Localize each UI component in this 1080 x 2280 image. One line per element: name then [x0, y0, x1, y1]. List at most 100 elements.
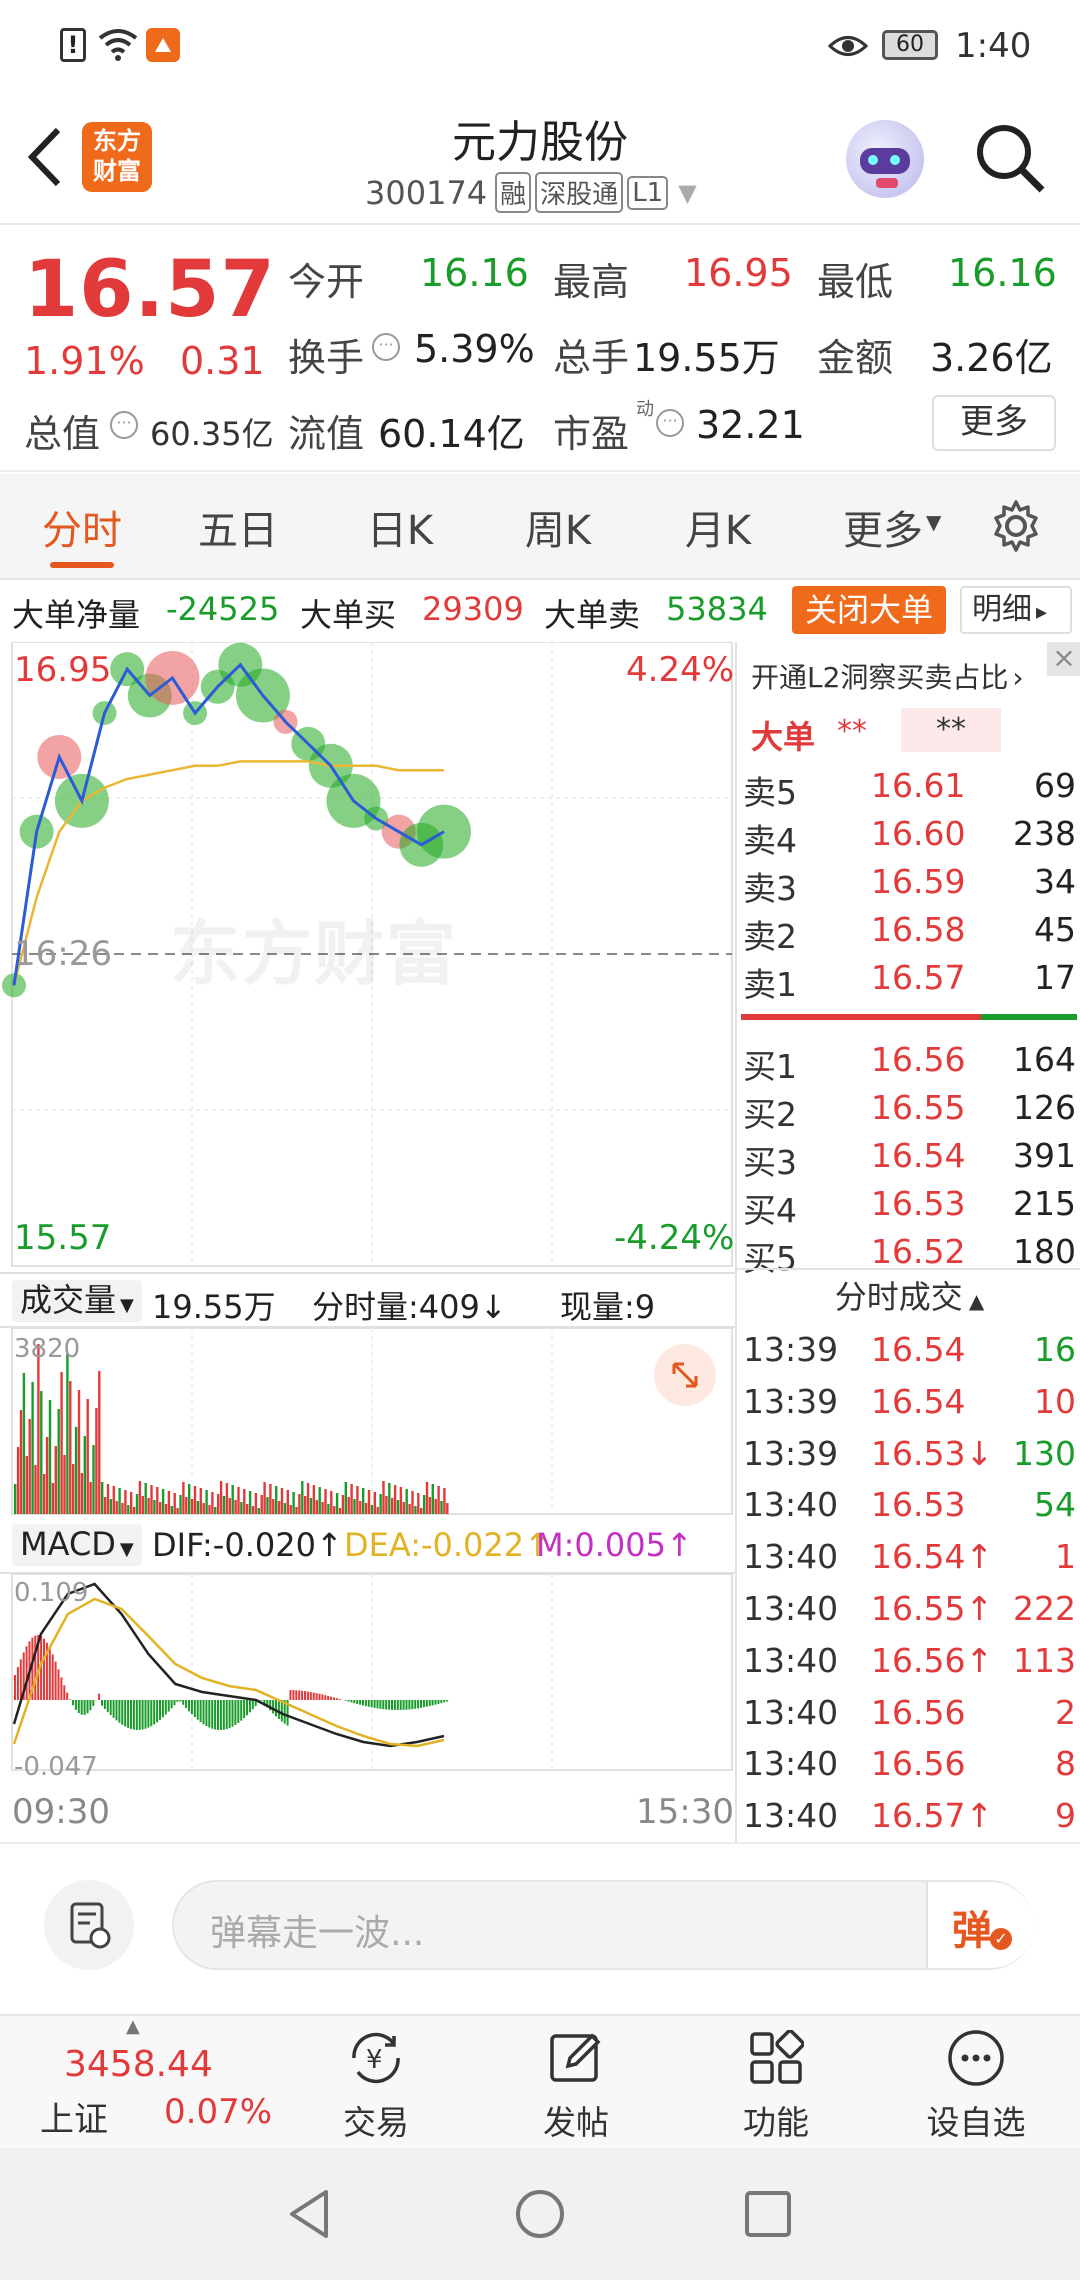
trade-row: 13:39 16.54 16: [737, 1328, 1080, 1380]
volume-bar: [69, 1381, 72, 1514]
open-label: 今开: [288, 260, 365, 304]
tab-more[interactable]: 更多: [828, 498, 938, 556]
grid-apps-icon: [748, 2029, 805, 2086]
tab-weekly-k[interactable]: 周K: [508, 498, 608, 556]
sell-row[interactable]: 卖1 16.57 17: [737, 956, 1080, 1004]
volume-bar: [350, 1484, 353, 1514]
recents-square-icon[interactable]: [742, 2188, 794, 2240]
yen-cycle-icon: ¥: [344, 2028, 408, 2088]
close-big-order-button[interactable]: 关闭大单: [792, 586, 946, 634]
trades-title-row[interactable]: 分时成交 ▲: [737, 1268, 1080, 1324]
tab-intraday[interactable]: 分时: [32, 498, 132, 556]
macd-bar: [202, 1700, 205, 1725]
back-triangle-icon[interactable]: [282, 2186, 338, 2242]
volume-selector[interactable]: 成交量 ▼: [12, 1280, 142, 1322]
buy-row[interactable]: 买3 16.54 391: [737, 1134, 1080, 1182]
tab-daily-k[interactable]: 日K: [350, 498, 450, 556]
volume-bar: [144, 1483, 147, 1514]
volume-bar: [101, 1482, 104, 1514]
sell-row[interactable]: 卖3 16.59 34: [737, 860, 1080, 908]
nav-add-watchlist[interactable]: 设自选: [876, 2016, 1076, 2150]
nav-functions[interactable]: 功能: [676, 2016, 876, 2150]
macd-bar: [231, 1700, 234, 1727]
quote-panel: 16.57 1.91% 0.31 总值 ··· 60.35亿 今开 16.16 …: [0, 227, 1080, 472]
macd-bar: [74, 1700, 77, 1710]
macd-bar: [103, 1700, 106, 1709]
home-circle-icon[interactable]: [512, 2186, 568, 2242]
volume-bar: [370, 1505, 374, 1514]
volume-bar: [34, 1465, 37, 1514]
more-button[interactable]: 更多: [932, 395, 1056, 451]
macd-bar: [109, 1700, 112, 1716]
sell-row[interactable]: 卖5 16.61 69: [737, 764, 1080, 812]
macd-bar: [89, 1700, 92, 1711]
buy-row[interactable]: 买2 16.55 126: [737, 1086, 1080, 1134]
volume-bar: [124, 1490, 127, 1514]
nav-post[interactable]: 发帖: [476, 2016, 676, 2150]
wifi-icon: [98, 26, 138, 62]
expand-icon[interactable]: [654, 1344, 716, 1406]
macd-bar: [277, 1700, 280, 1720]
macd-bar: [246, 1700, 248, 1716]
volume-bar: [234, 1500, 237, 1514]
trade-volume: 1: [1055, 1537, 1076, 1577]
volume-selector-label: 成交量: [20, 1281, 117, 1319]
volume-bar: [60, 1372, 63, 1514]
macd-bar: [130, 1700, 132, 1729]
macd-bar: [124, 1700, 127, 1727]
volume-bar: [193, 1486, 197, 1514]
order-level: 卖3: [743, 869, 797, 908]
robot-avatar-icon[interactable]: [846, 120, 924, 198]
search-icon[interactable]: [972, 120, 1048, 196]
nav-trade[interactable]: ¥ 交易: [276, 2016, 476, 2150]
more-dots-icon: [946, 2028, 1006, 2088]
period-volume: 分时量:409↓: [312, 1288, 507, 1326]
info-circle-icon[interactable]: ···: [110, 411, 138, 439]
order-level: 卖1: [743, 965, 797, 1004]
stock-header: 东方 财富 元力股份 300174 融 深股通 L1 ▼: [0, 92, 1080, 225]
macd-chart[interactable]: [0, 1574, 735, 1774]
tab-active-indicator: [50, 562, 114, 568]
volume-chart[interactable]: [0, 1328, 735, 1518]
macd-bar: [240, 1700, 243, 1721]
l2-promo-link[interactable]: 开通L2洞察买卖占比 ›: [751, 656, 1024, 696]
ask-portion: [741, 1014, 981, 1020]
close-icon[interactable]: ×: [1047, 642, 1080, 676]
buy-row[interactable]: 买4 16.53 215: [737, 1182, 1080, 1230]
volume-bar: [43, 1474, 46, 1514]
document-settings-icon[interactable]: [44, 1880, 134, 1970]
volume-total: 19.55万: [152, 1288, 276, 1326]
detail-button[interactable]: 明细 ▸: [960, 586, 1072, 634]
sell-row[interactable]: 卖2 16.58 45: [737, 908, 1080, 956]
barrage-input[interactable]: 弹幕走一波... 弹 ✓: [172, 1880, 1034, 1970]
volume-bar: [167, 1491, 171, 1514]
volume-bar: [347, 1497, 350, 1514]
macd-selector[interactable]: MACD ▼: [12, 1524, 142, 1566]
macd-bar: [318, 1693, 321, 1700]
tab-monthly-k[interactable]: 月K: [668, 498, 768, 556]
macd-dea: DEA:-0.022↑: [344, 1526, 551, 1564]
volume-bars: [14, 1344, 449, 1514]
index-change: 0.07%: [164, 2092, 273, 2132]
sell-row[interactable]: 卖4 16.60 238: [737, 812, 1080, 860]
macd-bar: [347, 1700, 350, 1702]
buy-row[interactable]: 买1 16.56 164: [737, 1038, 1080, 1086]
tab-five-day[interactable]: 五日: [188, 498, 288, 556]
volume-bar: [237, 1487, 240, 1514]
macd-top-label: 0.109: [14, 1578, 89, 1608]
info-circle-icon[interactable]: ···: [372, 333, 400, 361]
macd-bar: [106, 1700, 109, 1713]
index-ticker[interactable]: ▲ 3458.44 上证 0.07%: [20, 2016, 272, 2150]
macd-bar: [295, 1690, 298, 1700]
chevron-down-icon[interactable]: ▼: [678, 179, 696, 207]
danmu-toggle-button[interactable]: 弹 ✓: [926, 1882, 1034, 1968]
volume-bar: [135, 1494, 139, 1514]
volume-bar: [138, 1481, 142, 1514]
macd-bar: [150, 1700, 153, 1727]
gear-icon[interactable]: [988, 498, 1044, 554]
volume-bar: [40, 1391, 43, 1514]
macd-bar: [388, 1700, 391, 1710]
info-circle-icon[interactable]: ···: [656, 409, 684, 437]
volume-bar: [45, 1437, 49, 1514]
macd-bar: [214, 1700, 217, 1730]
